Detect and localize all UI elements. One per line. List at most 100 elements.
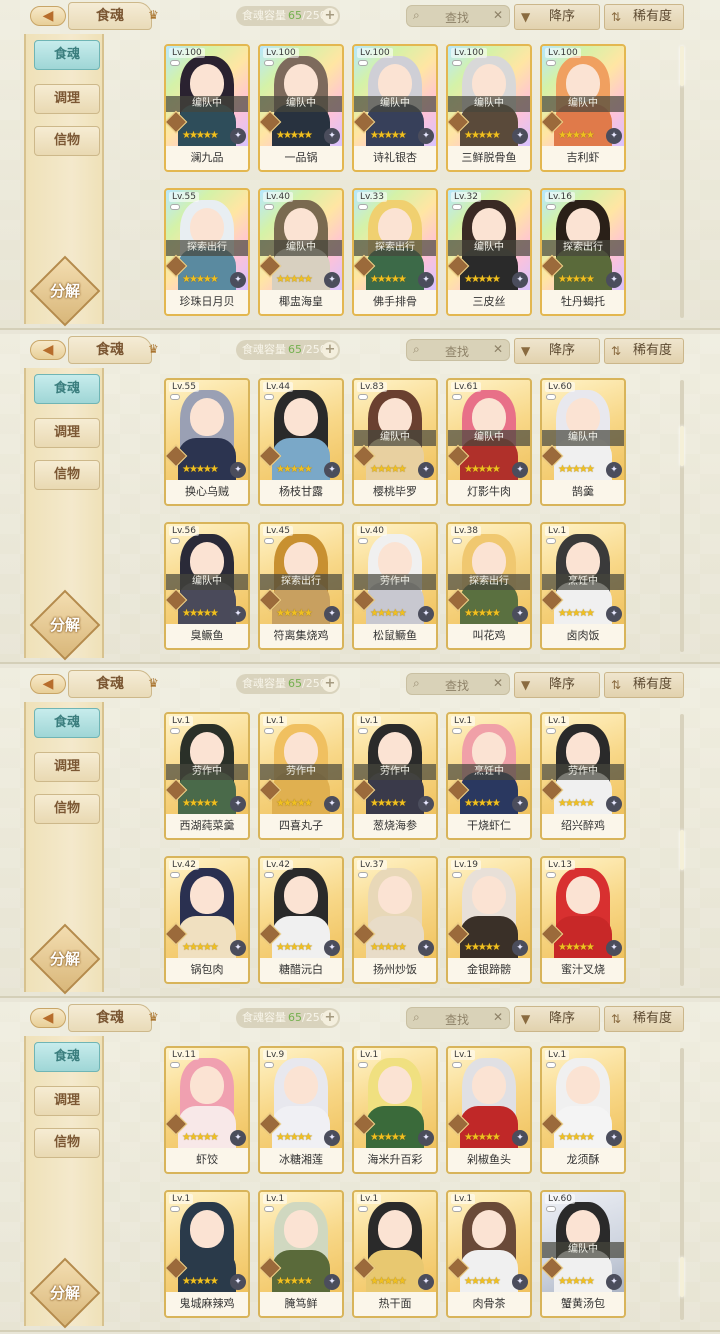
level-label: Lv.40	[357, 526, 387, 536]
character-card[interactable]: Lv.61 编队中 ★★★★★ ✦ 灯影牛肉	[446, 378, 532, 506]
scroll-thumb[interactable]	[680, 830, 684, 870]
character-card[interactable]: Lv.100 编队中 ★★★★★ ✦ 吉利虾	[540, 44, 626, 172]
expand-capacity-button[interactable]: +	[322, 8, 338, 24]
character-card[interactable]: Lv.1 ★★★★★ ✦ 腌笃鲜	[258, 1190, 344, 1318]
character-portrait: Lv.1 烹饪中 ★★★★★ ✦	[448, 714, 530, 814]
sort-rarity-button[interactable]: ⇅ 稀有度	[604, 4, 684, 30]
character-card[interactable]: Lv.1 劳作中 ★★★★★ ✦ 绍兴醉鸡	[540, 712, 626, 840]
character-card[interactable]: Lv.100 编队中 ★★★★★ ✦ 三鲜脱骨鱼	[446, 44, 532, 172]
character-card[interactable]: Lv.40 编队中 ★★★★★ ✦ 椰盅海皇	[258, 188, 344, 316]
character-card[interactable]: Lv.44 ★★★★★ ✦ 杨枝甘露	[258, 378, 344, 506]
tab-food-soul[interactable]: 食魂	[34, 708, 100, 738]
sort-rarity-button[interactable]: ⇅ 稀有度	[604, 338, 684, 364]
scroll-thumb[interactable]	[680, 46, 684, 86]
sort-rarity-button[interactable]: ⇅ 稀有度	[604, 672, 684, 698]
search-input[interactable]: ⌕ 查找 ✕	[406, 5, 510, 27]
character-card[interactable]: Lv.56 编队中 ★★★★★ ✦ 臭鳜鱼	[164, 522, 250, 650]
sort-order-button[interactable]: ▼ 降序	[514, 1006, 600, 1032]
back-button[interactable]: ◀	[30, 6, 66, 26]
character-card[interactable]: Lv.32 编队中 ★★★★★ ✦ 三皮丝	[446, 188, 532, 316]
character-card[interactable]: Lv.45 探索出行 ★★★★★ ✦ 符离集烧鸡	[258, 522, 344, 650]
tab-cooking[interactable]: 调理	[34, 1086, 100, 1116]
scrollbar[interactable]	[680, 46, 684, 318]
status-banner: 编队中	[260, 96, 342, 112]
scrollbar[interactable]	[680, 380, 684, 652]
tab-cooking[interactable]: 调理	[34, 84, 100, 114]
character-card[interactable]: Lv.42 ★★★★★ ✦ 锅包肉	[164, 856, 250, 984]
level-label: Lv.100	[169, 48, 205, 58]
status-banner: 编队中	[354, 96, 436, 112]
character-card[interactable]: Lv.55 ★★★★★ ✦ 换心乌贼	[164, 378, 250, 506]
character-card[interactable]: Lv.83 编队中 ★★★★★ ✦ 樱桃毕罗	[352, 378, 438, 506]
character-card[interactable]: Lv.100 编队中 ★★★★★ ✦ 诗礼银杏	[352, 44, 438, 172]
tab-food-soul[interactable]: 食魂	[34, 374, 100, 404]
character-card[interactable]: Lv.1 ★★★★★ ✦ 热干面	[352, 1190, 438, 1318]
search-placeholder: 查找	[445, 345, 470, 359]
character-card[interactable]: Lv.42 ★★★★★ ✦ 糖醋沅白	[258, 856, 344, 984]
expand-capacity-button[interactable]: +	[322, 676, 338, 692]
clear-icon[interactable]: ✕	[493, 1010, 503, 1024]
scrollbar[interactable]	[680, 1048, 684, 1320]
scroll-thumb[interactable]	[680, 1257, 684, 1297]
character-card[interactable]: Lv.100 编队中 ★★★★★ ✦ 澜九品	[164, 44, 250, 172]
character-card[interactable]: Lv.33 探索出行 ★★★★★ ✦ 佛手排骨	[352, 188, 438, 316]
character-card[interactable]: Lv.9 ★★★★★ ✦ 冰糖湘莲	[258, 1046, 344, 1174]
character-card[interactable]: Lv.16 探索出行 ★★★★★ ✦ 牡丹蝎托	[540, 188, 626, 316]
tab-token[interactable]: 信物	[34, 460, 100, 490]
clear-icon[interactable]: ✕	[493, 8, 503, 22]
level-label: Lv.1	[545, 1050, 570, 1060]
expand-capacity-button[interactable]: +	[322, 342, 338, 358]
portrait-face	[378, 1066, 412, 1104]
character-card[interactable]: Lv.1 劳作中 ★★★★★ ✦ 西湖莼菜羹	[164, 712, 250, 840]
character-card[interactable]: Lv.100 编队中 ★★★★★ ✦ 一品锅	[258, 44, 344, 172]
character-card[interactable]: Lv.1 劳作中 ★★★★★ ✦ 四喜丸子	[258, 712, 344, 840]
element-icon: ✦	[606, 606, 622, 622]
back-button[interactable]: ◀	[30, 340, 66, 360]
character-card[interactable]: Lv.37 ★★★★★ ✦ 扬州炒饭	[352, 856, 438, 984]
character-card[interactable]: Lv.60 编队中 ★★★★★ ✦ 鹄羹	[540, 378, 626, 506]
expand-capacity-button[interactable]: +	[322, 1010, 338, 1026]
character-card[interactable]: Lv.1 劳作中 ★★★★★ ✦ 葱烧海参	[352, 712, 438, 840]
search-input[interactable]: ⌕ 查找 ✕	[406, 673, 510, 695]
character-card[interactable]: Lv.55 探索出行 ★★★★★ ✦ 珍珠日月贝	[164, 188, 250, 316]
scroll-thumb[interactable]	[680, 426, 684, 466]
character-card[interactable]: Lv.1 烹饪中 ★★★★★ ✦ 干烧虾仁	[446, 712, 532, 840]
scrollbar[interactable]	[680, 714, 684, 986]
clear-icon[interactable]: ✕	[493, 342, 503, 356]
character-card[interactable]: Lv.11 ★★★★★ ✦ 虾饺	[164, 1046, 250, 1174]
character-card[interactable]: Lv.1 ★★★★★ ✦ 鬼城麻辣鸡	[164, 1190, 250, 1318]
tab-token[interactable]: 信物	[34, 794, 100, 824]
character-card[interactable]: Lv.1 ★★★★★ ✦ 剁椒鱼头	[446, 1046, 532, 1174]
tab-food-soul[interactable]: 食魂	[34, 40, 100, 70]
character-card[interactable]: Lv.40 劳作中 ★★★★★ ✦ 松鼠鳜鱼	[352, 522, 438, 650]
tab-token[interactable]: 信物	[34, 126, 100, 156]
character-name: 蜜汁叉烧	[542, 958, 624, 982]
character-name: 锅包肉	[166, 958, 248, 982]
character-card[interactable]: Lv.60 编队中 ★★★★★ ✦ 蟹黄汤包	[540, 1190, 626, 1318]
sort-order-button[interactable]: ▼ 降序	[514, 672, 600, 698]
tab-token[interactable]: 信物	[34, 1128, 100, 1158]
element-icon: ✦	[324, 606, 340, 622]
character-name: 三皮丝	[448, 290, 530, 314]
character-portrait: Lv.40 编队中 ★★★★★ ✦	[260, 190, 342, 290]
sort-order-button[interactable]: ▼ 降序	[514, 4, 600, 30]
back-button[interactable]: ◀	[30, 674, 66, 694]
tab-cooking[interactable]: 调理	[34, 418, 100, 448]
search-input[interactable]: ⌕ 查找 ✕	[406, 339, 510, 361]
clear-icon[interactable]: ✕	[493, 676, 503, 690]
character-card[interactable]: Lv.19 ★★★★★ ✦ 金银蹄髈	[446, 856, 532, 984]
tab-food-soul[interactable]: 食魂	[34, 1042, 100, 1072]
level-label: Lv.1	[357, 1194, 382, 1204]
character-card[interactable]: Lv.1 ★★★★★ ✦ 龙须酥	[540, 1046, 626, 1174]
character-card[interactable]: Lv.1 烹饪中 ★★★★★ ✦ 卤肉饭	[540, 522, 626, 650]
sort-order-button[interactable]: ▼ 降序	[514, 338, 600, 364]
character-card[interactable]: Lv.38 探索出行 ★★★★★ ✦ 叫花鸡	[446, 522, 532, 650]
sort-rarity-button[interactable]: ⇅ 稀有度	[604, 1006, 684, 1032]
character-card[interactable]: Lv.1 ★★★★★ ✦ 肉骨茶	[446, 1190, 532, 1318]
back-button[interactable]: ◀	[30, 1008, 66, 1028]
character-card[interactable]: Lv.13 ★★★★★ ✦ 蜜汁叉烧	[540, 856, 626, 984]
tab-cooking[interactable]: 调理	[34, 752, 100, 782]
element-icon: ✦	[606, 940, 622, 956]
search-input[interactable]: ⌕ 查找 ✕	[406, 1007, 510, 1029]
character-card[interactable]: Lv.1 ★★★★★ ✦ 海米升百彩	[352, 1046, 438, 1174]
